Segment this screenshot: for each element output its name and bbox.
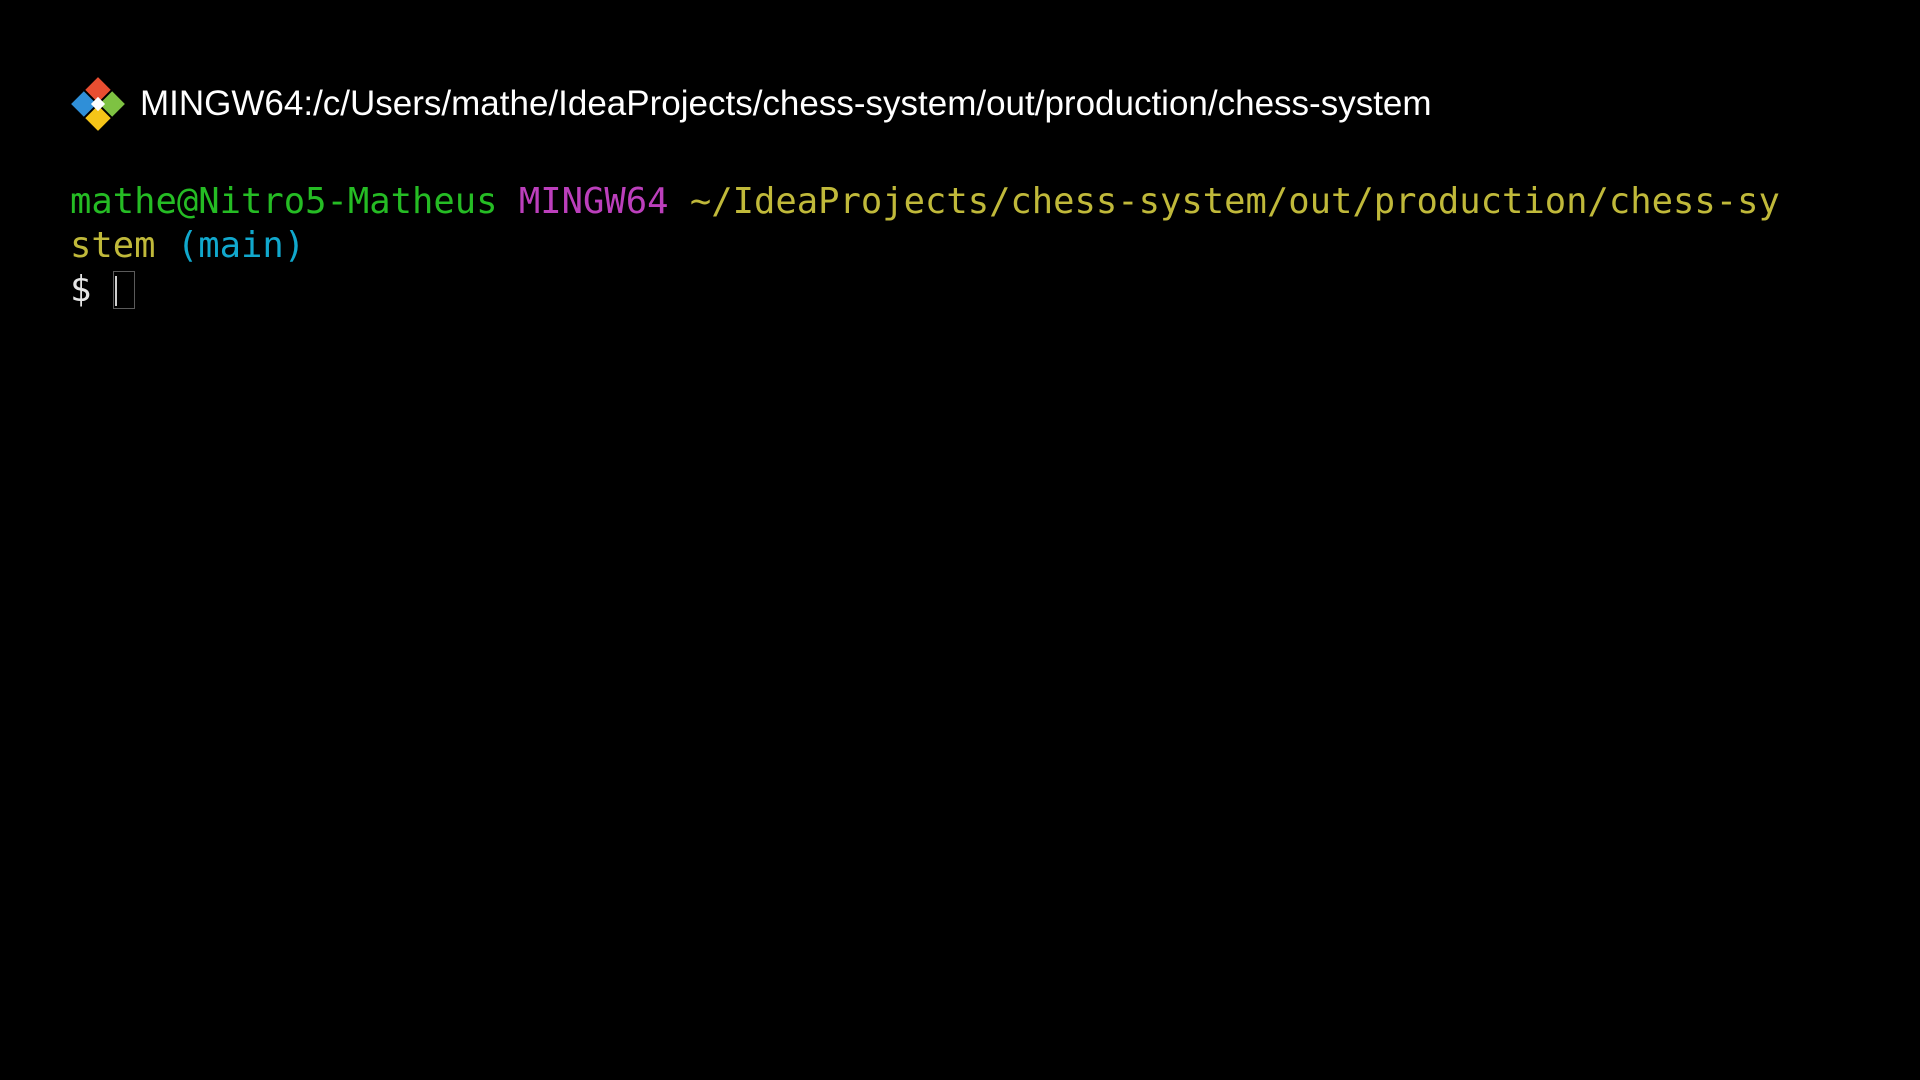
window-title: MINGW64:/c/Users/mathe/IdeaProjects/ches… <box>140 84 1432 123</box>
window-titlebar[interactable]: MINGW64:/c/Users/mathe/IdeaProjects/ches… <box>70 76 1432 132</box>
text-cursor <box>112 271 135 309</box>
cursor-bar <box>114 276 117 306</box>
terminal-output[interactable]: mathe@Nitro5-Matheus MINGW64 ~/IdeaProje… <box>70 180 1890 312</box>
prompt-user-host: mathe@Nitro5-Matheus <box>70 181 498 222</box>
prompt-line-1: mathe@Nitro5-Matheus MINGW64 ~/IdeaProje… <box>70 180 1890 224</box>
prompt-path: ~/IdeaProjects/chess-system/out/producti… <box>689 181 1780 222</box>
terminal-window: MINGW64:/c/Users/mathe/IdeaProjects/ches… <box>0 0 1920 1080</box>
git-bash-icon <box>70 76 126 132</box>
command-input-line[interactable]: $ <box>70 268 1890 312</box>
prompt-branch: (main) <box>176 225 306 266</box>
prompt-system: MINGW64 <box>518 181 669 222</box>
prompt-symbol: $ <box>70 269 92 310</box>
prompt-path-continued: stem <box>70 225 156 266</box>
prompt-line-2: stem (main) <box>70 224 1890 268</box>
